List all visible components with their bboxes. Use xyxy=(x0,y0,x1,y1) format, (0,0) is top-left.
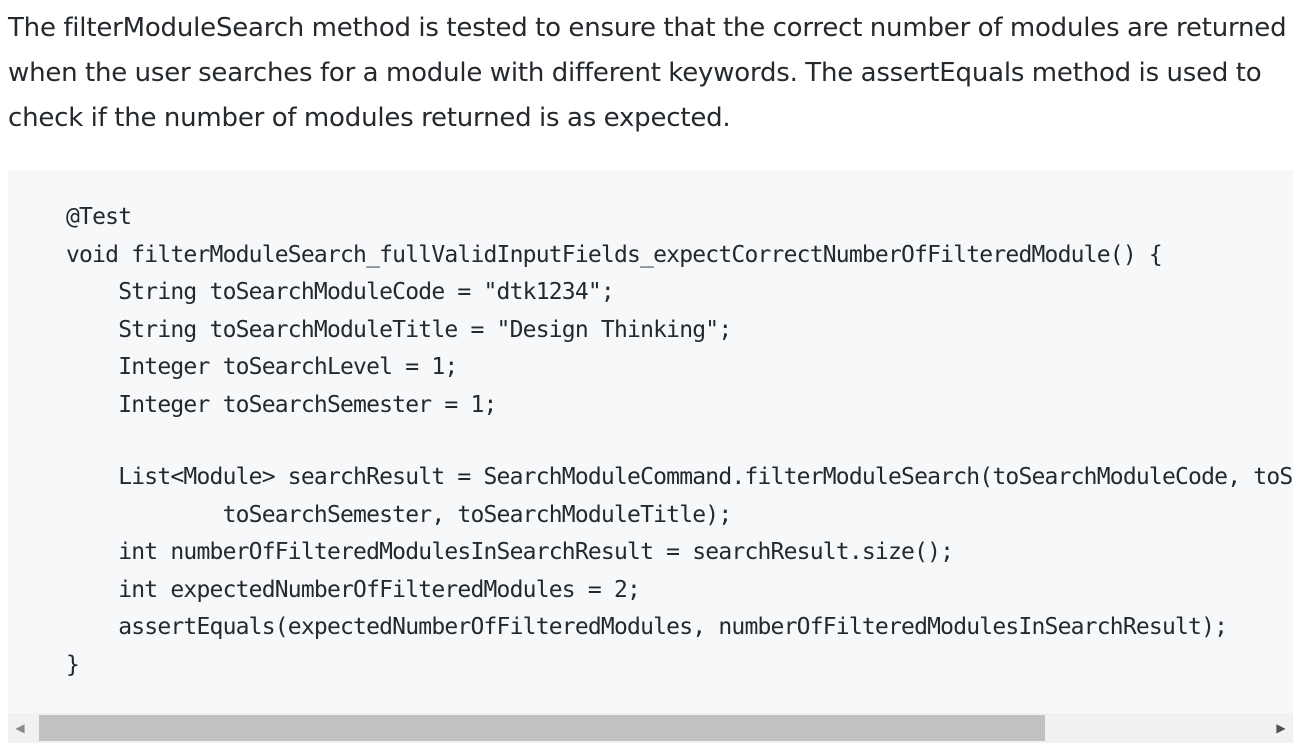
code-line-closing-brace: } xyxy=(66,651,80,678)
code-line: Integer toSearchLevel = 1; xyxy=(66,354,458,380)
scrollbar-thumb[interactable] xyxy=(39,715,1045,741)
code-line: toSearchSemester, toSearchModuleTitle); xyxy=(66,501,733,528)
code-line: List<Module> searchResult = SearchModule… xyxy=(118,464,1293,490)
description-paragraph: The filterModuleSearch method is tested … xyxy=(8,13,1287,133)
code-line: int numberOfFilteredModulesInSearchResul… xyxy=(66,539,954,565)
code-line-annotation: @Test xyxy=(66,204,132,230)
code-content: @Test void filterModuleSearch_fullValidIn… xyxy=(66,199,1293,684)
code-viewport: @Test void filterModuleSearch_fullValidIn… xyxy=(8,170,1293,713)
scroll-right-arrow-icon[interactable]: ▶ xyxy=(1269,713,1293,743)
code-line: Integer toSearchSemester = 1; xyxy=(66,391,497,418)
code-line: String toSearchModuleTitle = "Design Thi… xyxy=(66,316,732,343)
code-block: @Test void filterModuleSearch_fullValidIn… xyxy=(8,170,1293,743)
scroll-left-arrow-icon[interactable]: ◀ xyxy=(8,713,32,743)
code-line: String toSearchModuleCode = "dtk1234"; xyxy=(66,279,615,305)
horizontal-scrollbar[interactable]: ◀ ▶ xyxy=(8,713,1293,743)
code-line: assertEquals(expectedNumberOfFilteredMod… xyxy=(66,614,1228,640)
code-line: int expectedNumberOfFilteredModules = 2; xyxy=(66,576,641,603)
code-line-method-signature: void filterModuleSearch_fullValidInputFi… xyxy=(66,241,1163,268)
